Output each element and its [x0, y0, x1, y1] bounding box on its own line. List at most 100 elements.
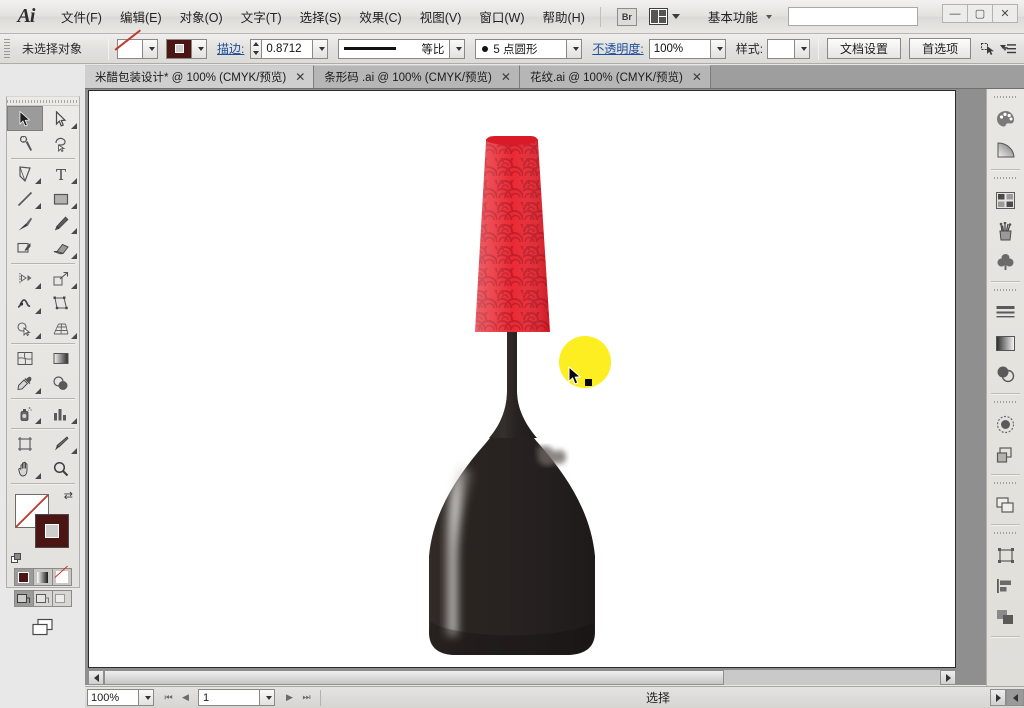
pen-tool[interactable]: [7, 161, 43, 186]
vinegar-bottle-artwork[interactable]: [419, 135, 629, 661]
free-transform-tool[interactable]: [43, 291, 79, 316]
control-bar-grip[interactable]: [4, 38, 10, 59]
rectangle-tool[interactable]: [43, 186, 79, 211]
selection-tool[interactable]: [7, 106, 43, 131]
document-setup-button[interactable]: 文档设置: [827, 38, 902, 59]
stroke-weight-dropdown[interactable]: [313, 38, 329, 59]
pathfinder-panel-icon[interactable]: [991, 602, 1021, 632]
dock-group-grip[interactable]: [993, 286, 1018, 294]
column-graph-tool[interactable]: [43, 401, 79, 426]
style-dropdown[interactable]: [795, 38, 811, 59]
tools-panel-grip[interactable]: [7, 97, 79, 106]
artboards-panel-icon[interactable]: [991, 540, 1021, 570]
dock-group-grip[interactable]: [993, 174, 1018, 182]
artboard[interactable]: [89, 91, 955, 667]
first-artboard-button[interactable]: ⏮: [160, 689, 177, 706]
dock-group-grip[interactable]: [993, 398, 1018, 406]
previous-artboard-button[interactable]: ◀: [177, 689, 194, 706]
search-input[interactable]: [787, 7, 918, 26]
width-tool[interactable]: [7, 291, 43, 316]
fill-dropdown-button[interactable]: [143, 38, 159, 59]
shape-builder-tool[interactable]: [7, 316, 43, 341]
opacity-dropdown[interactable]: [710, 38, 726, 59]
menu-edit[interactable]: 编辑(E): [111, 3, 171, 30]
document-tab-0[interactable]: 米醋包装设计* @ 100% (CMYK/预览) ✕: [85, 65, 315, 88]
lasso-tool[interactable]: [43, 131, 79, 156]
direct-selection-tool[interactable]: [43, 106, 79, 131]
color-panel-icon[interactable]: [991, 104, 1021, 134]
canvas-horizontal-scrollbar[interactable]: [88, 669, 956, 685]
menu-object[interactable]: 对象(O): [171, 3, 232, 30]
fill-swatch[interactable]: [117, 38, 144, 59]
default-fill-stroke-icon[interactable]: [11, 553, 22, 564]
minimize-button[interactable]: —: [942, 4, 968, 23]
hand-tool[interactable]: [7, 456, 43, 481]
dock-group-grip[interactable]: [993, 479, 1018, 487]
brushes-panel-icon[interactable]: [991, 216, 1021, 246]
swatches-panel-icon[interactable]: [991, 185, 1021, 215]
opacity-label[interactable]: 不透明度:: [592, 40, 643, 57]
document-tab-1[interactable]: 条形码 .ai @ 100% (CMYK/预览) ✕: [314, 65, 520, 88]
dock-group-grip[interactable]: [993, 93, 1018, 101]
full-screen-mode[interactable]: [51, 590, 72, 607]
normal-screen-mode[interactable]: [13, 590, 34, 607]
layers-panel-icon[interactable]: [991, 490, 1021, 520]
menu-window[interactable]: 窗口(W): [470, 3, 533, 30]
stroke-swatch[interactable]: [166, 38, 193, 59]
opacity-input[interactable]: 100%: [648, 38, 711, 59]
horizontal-scroll-thumb[interactable]: [104, 670, 724, 685]
swap-fill-stroke-icon[interactable]: ⇄: [64, 491, 73, 502]
paintbrush-tool[interactable]: [7, 211, 43, 236]
menu-type[interactable]: 文字(T): [232, 3, 291, 30]
color-guide-panel-icon[interactable]: [991, 135, 1021, 165]
align-panel-icon[interactable]: [991, 571, 1021, 601]
eyedropper-tool[interactable]: [7, 371, 43, 396]
stroke-weight-stepper[interactable]: [250, 38, 262, 59]
menu-select[interactable]: 选择(S): [291, 3, 351, 30]
document-tab-2[interactable]: 花纹.ai @ 100% (CMYK/预览) ✕: [519, 65, 711, 88]
symbols-panel-icon[interactable]: [991, 247, 1021, 277]
status-expand-button[interactable]: [990, 689, 1006, 706]
brush-dropdown[interactable]: [567, 38, 583, 59]
scroll-left-button[interactable]: [88, 670, 104, 685]
tab-close-icon[interactable]: ✕: [295, 71, 305, 83]
change-screen-mode-icon[interactable]: [30, 617, 56, 637]
bridge-icon[interactable]: Br: [616, 7, 637, 26]
brush-definition-select[interactable]: 5 点圆形: [475, 38, 568, 59]
arrange-documents-button[interactable]: [648, 8, 680, 25]
resize-grip[interactable]: [1006, 689, 1024, 706]
canvas-area[interactable]: 人人素材: [88, 90, 956, 668]
scroll-right-button[interactable]: [940, 670, 956, 685]
graphic-styles-panel-icon[interactable]: [991, 440, 1021, 470]
menu-effect[interactable]: 效果(C): [350, 3, 410, 30]
artboard-number-dropdown[interactable]: [260, 689, 275, 706]
gradient-panel-icon[interactable]: [991, 328, 1021, 358]
next-artboard-button[interactable]: ▶: [281, 689, 298, 706]
stroke-label[interactable]: 描边:: [217, 40, 244, 57]
none-mode-button[interactable]: [51, 568, 72, 586]
stroke-profile-dropdown[interactable]: [450, 38, 466, 59]
preferences-button[interactable]: 首选项: [909, 38, 972, 59]
transparency-panel-icon[interactable]: [991, 359, 1021, 389]
last-artboard-button[interactable]: ⏭: [298, 689, 315, 706]
zoom-level-input[interactable]: 100%: [87, 689, 139, 706]
perspective-grid-tool[interactable]: [43, 316, 79, 341]
artboard-tool[interactable]: [7, 431, 43, 456]
blend-tool[interactable]: [43, 371, 79, 396]
graphic-style-swatch[interactable]: [767, 38, 796, 59]
rotate-tool[interactable]: [7, 266, 43, 291]
status-text[interactable]: 选择: [326, 689, 990, 706]
dock-group-grip[interactable]: [993, 529, 1018, 537]
workspace-switcher[interactable]: 基本功能: [708, 7, 772, 26]
blob-brush-tool[interactable]: [7, 236, 43, 261]
color-mode-button[interactable]: [13, 568, 34, 586]
stroke-profile-select[interactable]: 等比: [338, 38, 451, 59]
zoom-tool[interactable]: [43, 456, 79, 481]
appearance-panel-icon[interactable]: [991, 409, 1021, 439]
gradient-mode-button[interactable]: [32, 568, 53, 586]
eraser-tool[interactable]: [43, 236, 79, 261]
menu-help[interactable]: 帮助(H): [534, 3, 594, 30]
panel-menu-button[interactable]: [1000, 43, 1016, 55]
symbol-sprayer-tool[interactable]: [7, 401, 43, 426]
scale-tool[interactable]: [43, 266, 79, 291]
